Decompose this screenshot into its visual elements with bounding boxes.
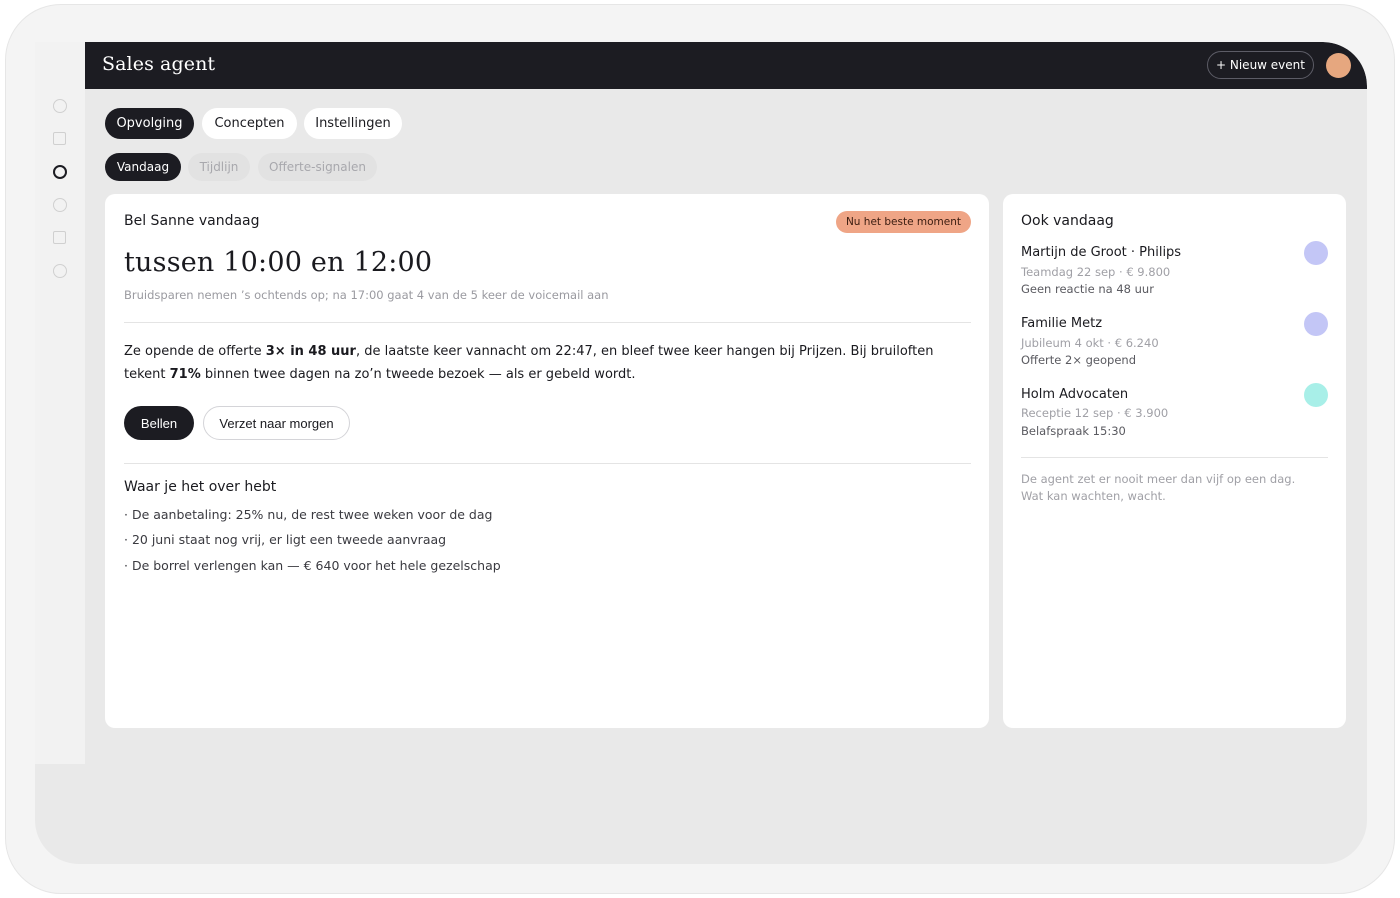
person-name[interactable]: Familie Metz [1021,316,1102,331]
call-time-window: tussen 10:00 en 12:00 [124,247,433,278]
insight-text: Ze opende de offerte 3× in 48 uur, de la… [124,344,934,382]
person-note: Geen reactie na 48 uur [1021,282,1154,296]
nav-followup-icon[interactable] [53,165,67,179]
postpone-button[interactable]: Verzet naar morgen [203,406,350,440]
person-avatar [1304,312,1328,336]
person-name[interactable]: Holm Advocaten [1021,387,1128,402]
topics-title: Waar je het over hebt [124,479,277,495]
subtab-offerte-signalen[interactable]: Offerte-signalen [258,153,377,181]
status-badge: Nu het beste moment [835,211,971,233]
app-title: Sales agent [102,53,216,75]
nav-square-icon[interactable] [53,132,66,145]
person-note: Offerte 2× geopend [1021,353,1136,367]
nav-circle-icon[interactable] [53,99,67,113]
card-heading: Bel Sanne vandaag [124,213,260,229]
list-item: · De aanbetaling: 25% nu, de rest twee w… [124,507,493,522]
person-meta: Teamdag 22 sep · € 9.800 [1021,265,1171,279]
avatar[interactable] [1326,53,1351,78]
nav-circle-icon[interactable] [53,264,67,278]
call-suggestion-card: Bel Sanne vandaag Nu het beste moment tu… [105,194,989,728]
subtab-vandaag[interactable]: Vandaag [105,153,181,181]
tab-concepten[interactable]: Concepten [202,108,297,139]
person-avatar [1304,241,1328,265]
time-explanation: Bruidsparen nemen ’s ochtends op; na 17:… [124,288,609,302]
divider [1021,457,1328,458]
nav-circle-icon[interactable] [53,198,67,212]
new-event-button[interactable]: + Nieuw event [1207,51,1314,79]
divider [124,463,971,464]
agent-limit-note: De agent zet er nooit meer dan vijf op e… [1021,472,1296,503]
divider [124,322,971,323]
tab-instellingen[interactable]: Instellingen [304,108,402,139]
list-item: · De borrel verlengen kan — € 640 voor h… [124,558,501,573]
nav-square-icon[interactable] [53,231,66,244]
tab-opvolging[interactable]: Opvolging [105,108,194,139]
nav-rail [35,42,85,764]
call-button[interactable]: Bellen [124,406,194,440]
person-meta: Jubileum 4 okt · € 6.240 [1021,336,1159,350]
top-bar: Sales agent + Nieuw event [85,42,1367,89]
person-note: Belafspraak 15:30 [1021,424,1126,438]
person-meta: Receptie 12 sep · € 3.900 [1021,406,1169,420]
person-name[interactable]: Martijn de Groot · Philips [1021,245,1181,260]
side-title: Ook vandaag [1021,213,1114,229]
subtab-tijdlijn[interactable]: Tijdlijn [188,153,250,181]
also-today-card: Ook vandaag Martijn de Groot · Philips T… [1003,194,1346,728]
list-item: · 20 juni staat nog vrij, er ligt een tw… [124,532,447,547]
person-avatar [1304,383,1328,407]
